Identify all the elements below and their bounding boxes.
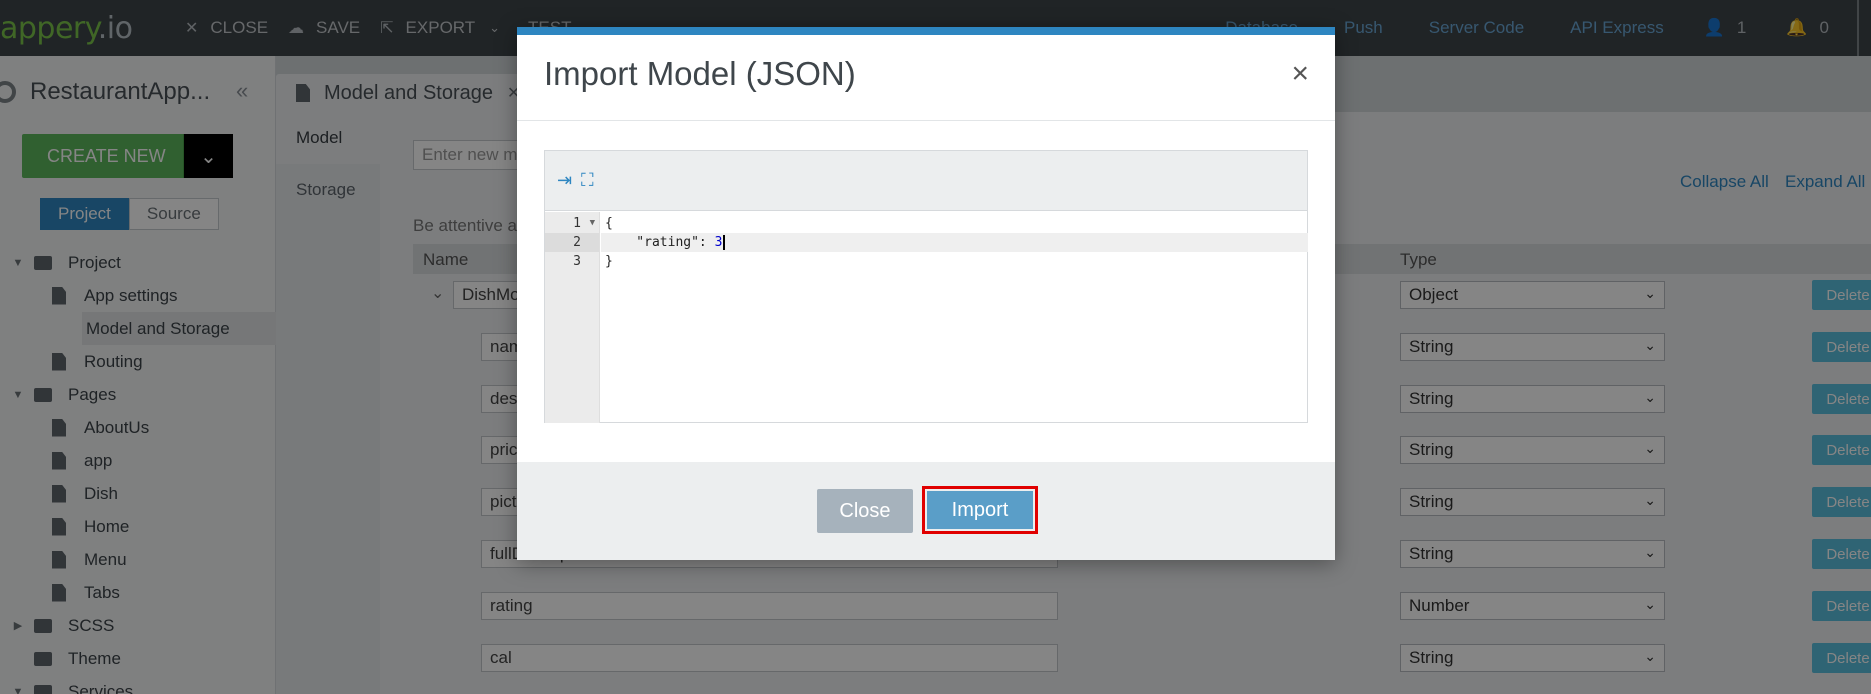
code-area[interactable]: { "rating": 3 } [601,212,1308,423]
editor-toolbar: ⇥ ⛶ [545,151,1307,211]
line-number: 1 ▼ [545,214,599,233]
json-editor[interactable]: ⇥ ⛶ 1 ▼ 2 3 { "rating": 3 } [544,150,1308,423]
line-number: 3 [545,252,599,271]
format-code-icon[interactable]: ⇥ [557,170,572,191]
dialog-title: Import Model (JSON) [544,55,856,92]
text-cursor [723,235,726,250]
line-gutter: 1 ▼ 2 3 [545,212,600,423]
close-button[interactable]: Close [817,489,913,533]
json-key: "rating": [605,235,715,250]
line-number-text: 2 [573,235,581,250]
fold-arrow-icon[interactable]: ▼ [590,214,595,233]
line-number-text: 3 [573,254,581,269]
line-number: 2 [545,233,599,252]
dialog-footer: Close Import [517,462,1335,560]
close-icon[interactable]: × [1291,57,1309,91]
code-line: } [605,254,613,269]
import-button-highlight: Import [922,486,1038,534]
fullscreen-icon[interactable]: ⛶ [581,170,594,191]
dialog-header: Import Model (JSON) × [517,35,1335,121]
import-button[interactable]: Import [927,491,1033,529]
code-line: { [605,216,613,231]
code-line: "rating": 3 [601,233,1308,252]
import-model-dialog: Import Model (JSON) × ⇥ ⛶ 1 ▼ 2 3 { "rati… [517,27,1335,560]
json-number: 3 [714,235,723,250]
line-number-text: 1 [573,216,581,231]
